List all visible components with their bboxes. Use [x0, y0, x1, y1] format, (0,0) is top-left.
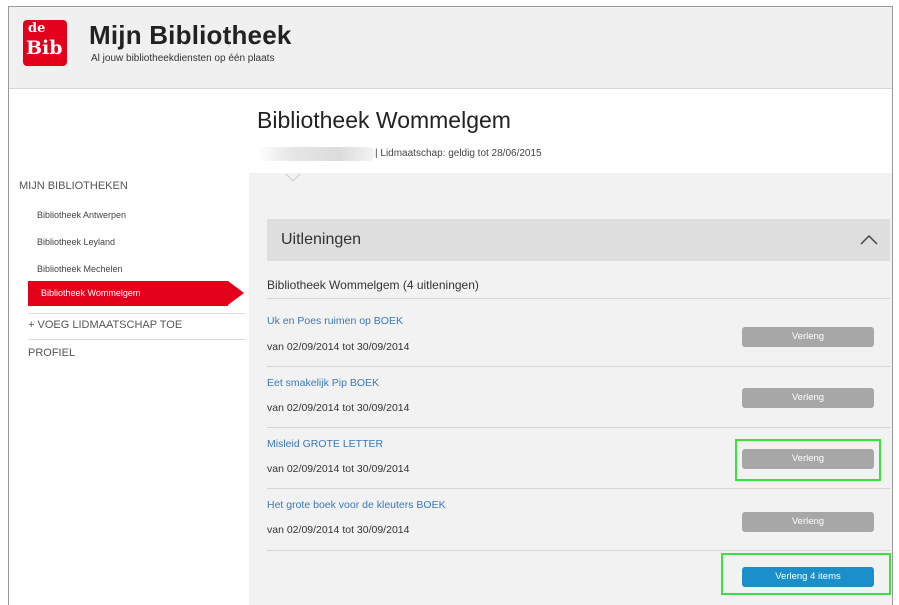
sidebar-item-antwerpen[interactable]: Bibliotheek Antwerpen [37, 210, 126, 220]
site-title: Mijn Bibliotheek [89, 20, 292, 50]
renew-button[interactable]: Verleng [742, 327, 874, 347]
sidebar-heading: MIJN BIBLIOTHEKEN [19, 180, 128, 192]
caret-down-icon [285, 173, 301, 182]
loan-title-link[interactable]: Het grote boek voor de kleuters BOEK [267, 499, 446, 511]
sidebar-divider [28, 339, 246, 340]
row-divider [267, 366, 890, 367]
renew-button[interactable]: Verleng [742, 388, 874, 408]
loan-title-link[interactable]: Uk en Poes ruimen op BOEK [267, 315, 403, 327]
loans-section-title: Uitleningen [281, 231, 362, 248]
logo-text-top: de [28, 21, 46, 36]
debib-logo[interactable]: de Bib [23, 20, 67, 66]
loan-period: van 02/09/2014 tot 30/09/2014 [267, 463, 410, 475]
row-divider [267, 298, 890, 299]
row-divider [267, 550, 890, 551]
profile-link[interactable]: PROFIEL [28, 347, 75, 359]
site-tagline: Al jouw bibliotheekdiensten op één plaat… [91, 53, 275, 64]
sidebar-divider [28, 313, 246, 314]
sidebar-item-leyland[interactable]: Bibliotheek Leyland [37, 237, 115, 247]
loan-title-link[interactable]: Eet smakelijk Pip BOEK [267, 377, 379, 389]
membership-info: | Lidmaatschap: geldig tot 28/06/2015 [375, 148, 542, 159]
loans-section-header[interactable]: Uitleningen [267, 219, 890, 261]
chevron-up-icon[interactable] [860, 231, 878, 249]
library-title: Bibliotheek Wommelgem [257, 107, 511, 133]
site-header: de Bib Mijn Bibliotheek Al jouw biblioth… [9, 7, 892, 89]
logo-text-bottom: Bib [26, 37, 63, 59]
app-frame: de Bib Mijn Bibliotheek Al jouw biblioth… [8, 6, 893, 605]
loan-period: van 02/09/2014 tot 30/09/2014 [267, 341, 410, 353]
redacted-name [257, 147, 375, 161]
highlight-box [721, 553, 891, 595]
row-divider [267, 427, 890, 428]
loan-period: van 02/09/2014 tot 30/09/2014 [267, 524, 410, 536]
sidebar-item-wommelgem[interactable]: Bibliotheek Wommelgem [28, 281, 228, 306]
active-item-arrow [228, 281, 244, 305]
row-divider [267, 488, 890, 489]
loans-subheading: Bibliotheek Wommelgem (4 uitleningen) [267, 278, 479, 292]
loan-title-link[interactable]: Misleid GROTE LETTER [267, 438, 383, 450]
loan-period: van 02/09/2014 tot 30/09/2014 [267, 402, 410, 414]
sidebar-item-mechelen[interactable]: Bibliotheek Mechelen [37, 264, 123, 274]
add-membership-link[interactable]: + VOEG LIDMAATSCHAP TOE [28, 319, 182, 331]
renew-button[interactable]: Verleng [742, 512, 874, 532]
highlight-box [735, 439, 881, 481]
